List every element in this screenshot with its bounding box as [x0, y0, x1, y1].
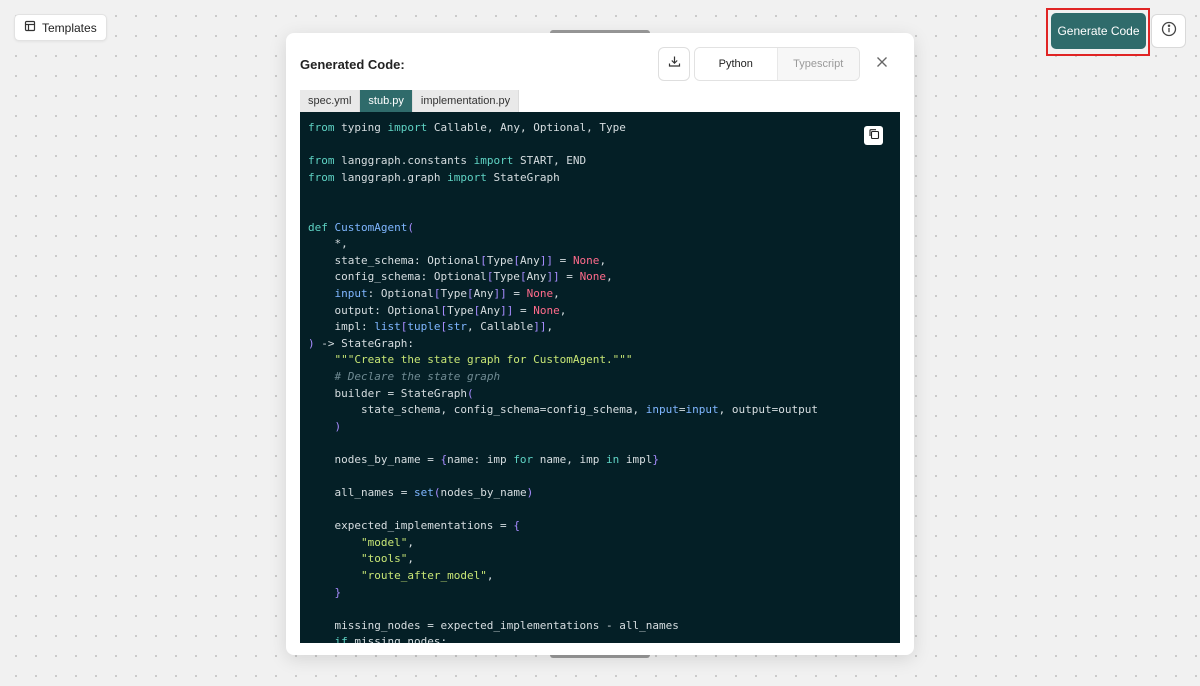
- code-content: from typing import Callable, Any, Option…: [308, 120, 818, 643]
- code-line: if missing_nodes:: [334, 635, 448, 643]
- code-viewer[interactable]: from typing import Callable, Any, Option…: [300, 112, 900, 643]
- code-line: expected_implementations = {: [308, 519, 520, 533]
- file-tabs: spec.yml stub.py implementation.py: [300, 90, 520, 112]
- code-line: builder = StateGraph(: [308, 386, 474, 400]
- generate-code-button[interactable]: Generate Code: [1051, 13, 1146, 49]
- info-button[interactable]: [1151, 14, 1186, 48]
- templates-label: Templates: [42, 20, 97, 35]
- download-icon: [668, 55, 681, 73]
- code-line: ) -> StateGraph:: [308, 336, 414, 350]
- tab-stub-py[interactable]: stub.py: [360, 90, 413, 112]
- code-line: "model",: [360, 535, 414, 549]
- code-line: impl: list[tuple[str, Callable]],: [308, 320, 554, 334]
- code-line: all_names = set(nodes_by_name): [308, 486, 534, 500]
- code-line: missing_nodes = expected_implementations…: [308, 618, 679, 632]
- code-line: config_schema: Optional[Type[Any]] = Non…: [308, 270, 613, 284]
- templates-button[interactable]: Templates: [14, 14, 107, 41]
- close-button[interactable]: [874, 56, 890, 72]
- code-line: from langgraph.graph import StateGraph: [308, 170, 560, 184]
- close-icon: [876, 55, 888, 73]
- generated-code-modal: Generated Code: Python Typescript spec.y…: [286, 33, 914, 655]
- code-line: def CustomAgent(: [308, 220, 414, 234]
- code-line: from typing import Callable, Any, Option…: [308, 121, 626, 134]
- download-button[interactable]: [658, 47, 690, 81]
- code-line: }: [334, 585, 342, 599]
- template-icon: [24, 20, 36, 35]
- code-line: output: Optional[Type[Any]] = None,: [308, 303, 567, 317]
- tab-implementation-py[interactable]: implementation.py: [412, 90, 520, 112]
- code-line: nodes_by_name = {name: imp for name, imp…: [308, 452, 660, 466]
- tab-spec-yml[interactable]: spec.yml: [300, 90, 361, 112]
- modal-title: Generated Code:: [300, 57, 405, 72]
- copy-icon: [868, 127, 880, 145]
- language-option-typescript[interactable]: Typescript: [776, 48, 859, 80]
- code-line: state_schema: Optional[Type[Any]] = None…: [308, 253, 607, 267]
- code-line: # Declare the state graph: [334, 369, 501, 383]
- code-line: input: Optional[Type[Any]] = None,: [334, 286, 560, 300]
- info-icon: [1161, 21, 1177, 42]
- copy-button[interactable]: [864, 126, 883, 145]
- code-line: "tools",: [360, 552, 414, 566]
- code-line: ): [334, 419, 342, 433]
- language-toggle: Python Typescript: [694, 47, 860, 81]
- language-option-python[interactable]: Python: [695, 48, 777, 80]
- code-line: from langgraph.constants import START, E…: [308, 154, 587, 168]
- code-line: "route_after_model",: [360, 569, 494, 583]
- code-line: state_schema, config_schema=config_schem…: [308, 403, 818, 417]
- code-line: *,: [308, 237, 348, 251]
- code-line: """Create the state graph for CustomAgen…: [334, 353, 633, 367]
